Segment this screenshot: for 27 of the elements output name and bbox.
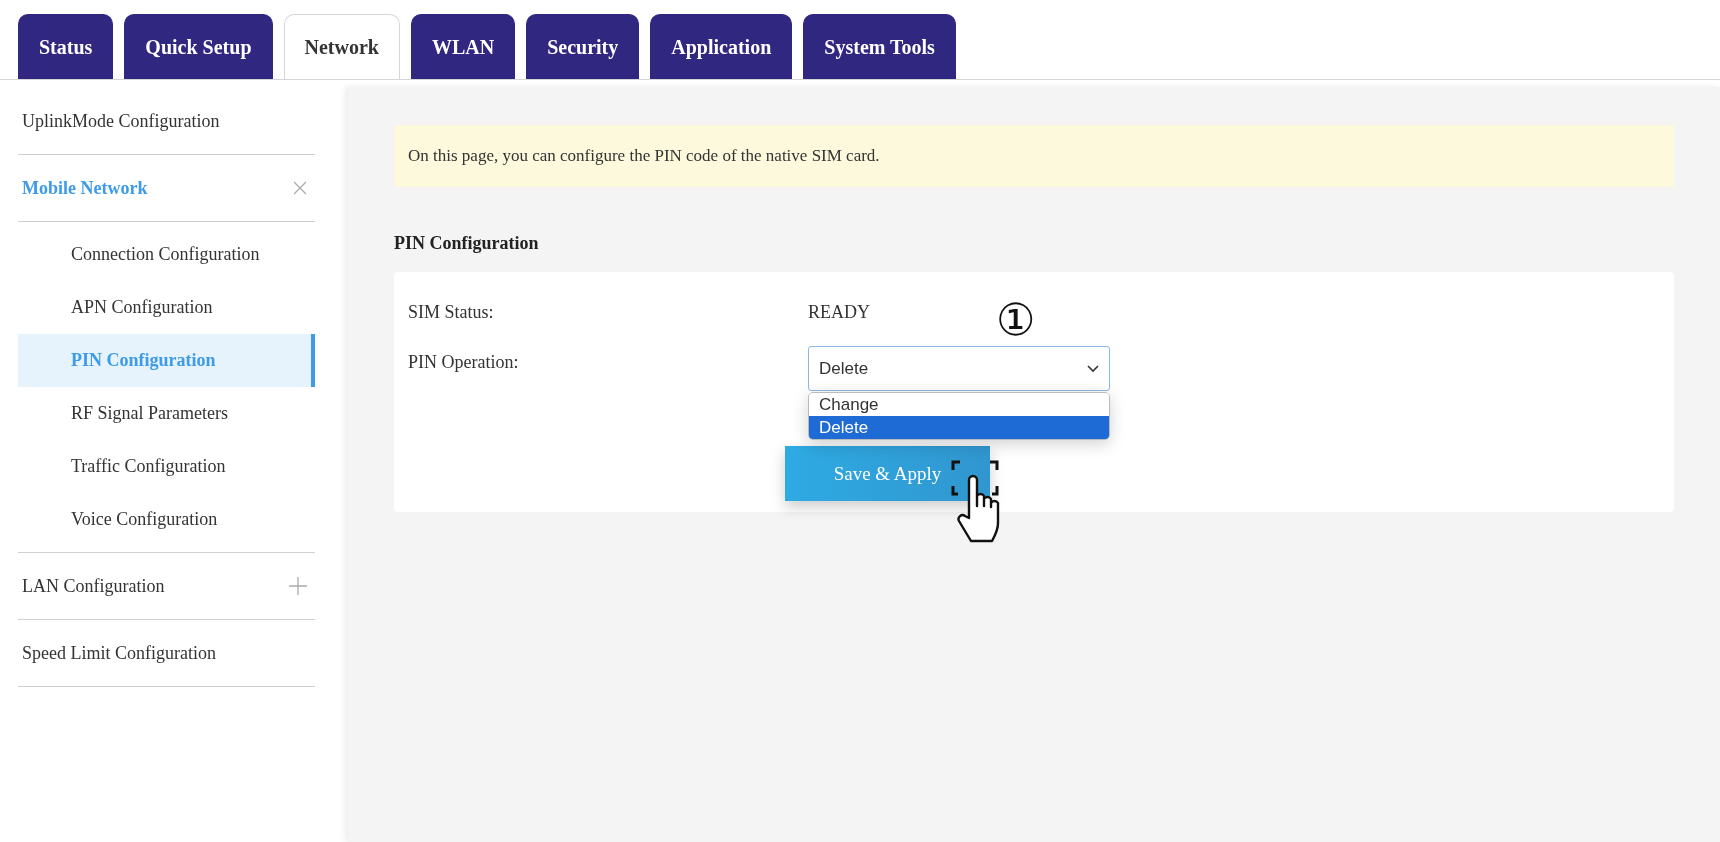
nav-tab[interactable]: Quick Setup: [124, 14, 273, 79]
dropdown-option[interactable]: Delete: [809, 416, 1109, 439]
chevron-down-icon: [1087, 364, 1099, 373]
sidebar-item[interactable]: LAN Configuration: [22, 575, 165, 597]
section-title: PIN Configuration: [394, 233, 540, 254]
nav-tab[interactable]: WLAN: [410, 14, 516, 79]
select-field[interactable]: Delete: [808, 346, 1110, 391]
sidebar-subitem[interactable]: Connection Configuration: [18, 228, 315, 281]
sidebar-subitem[interactable]: RF Signal Parameters: [18, 387, 315, 440]
field-label: PIN Operation:: [408, 351, 520, 373]
nav-tab[interactable]: Security: [526, 14, 640, 79]
dropdown-option[interactable]: Change: [809, 393, 1109, 416]
nav-tab[interactable]: System Tools: [803, 14, 956, 79]
field-value: READY: [808, 301, 870, 323]
sidebar-subitem[interactable]: Voice Configuration: [18, 493, 315, 546]
sidebar-item[interactable]: UplinkMode Configuration: [22, 110, 220, 132]
sidebar-subitem[interactable]: Traffic Configuration: [18, 440, 315, 493]
nav-tab[interactable]: Status: [18, 14, 114, 79]
field-label: SIM Status:: [408, 301, 495, 323]
nav-tab[interactable]: Network: [283, 14, 400, 79]
annotation-marker: ①: [996, 298, 1036, 342]
sidebar-subitem[interactable]: APN Configuration: [18, 281, 315, 334]
close-icon[interactable]: [293, 181, 307, 195]
nav-tab[interactable]: Application: [650, 14, 793, 79]
plus-icon[interactable]: [289, 577, 307, 595]
info-notice: On this page, you can configure the PIN code of the native SIM card.: [394, 125, 1674, 187]
sidebar-item[interactable]: Speed Limit Configuration: [22, 642, 216, 664]
